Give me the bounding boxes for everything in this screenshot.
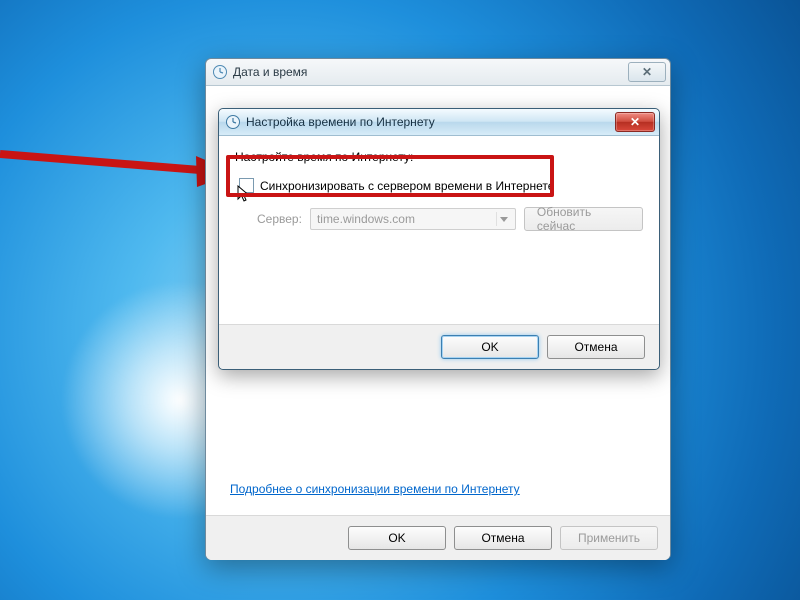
dialog-title: Настройка времени по Интернету (246, 115, 615, 129)
cancel-button[interactable]: Отмена (454, 526, 552, 550)
server-label: Сервер: (257, 212, 302, 226)
cancel-button[interactable]: Отмена (547, 335, 645, 359)
sync-checkbox-row[interactable]: Синхронизировать с сервером времени в Ин… (235, 174, 643, 197)
clock-icon (225, 114, 241, 130)
window-title: Дата и время (233, 65, 628, 79)
window-footer: OK Отмена Применить (206, 515, 670, 560)
server-value: time.windows.com (317, 212, 415, 226)
prompt-text: Настройте время по Интернету: (235, 150, 643, 164)
update-now-button: Обновить сейчас (524, 207, 643, 231)
close-button[interactable]: ✕ (615, 112, 655, 132)
desktop-background: Дата и время ✕ Подробнее о синхронизации… (0, 0, 800, 600)
server-combobox: time.windows.com (310, 208, 516, 230)
server-row: Сервер: time.windows.com Обновить сейчас (235, 207, 643, 231)
help-link-sync[interactable]: Подробнее о синхронизации времени по Инт… (230, 482, 520, 496)
close-button[interactable]: ✕ (628, 62, 666, 82)
titlebar-date-and-time[interactable]: Дата и время ✕ (206, 59, 670, 86)
clock-icon (212, 64, 228, 80)
close-icon: ✕ (630, 116, 640, 128)
dialog-body: Настройте время по Интернету: Синхронизи… (219, 136, 659, 340)
dialog-footer: OK Отмена (219, 324, 659, 369)
apply-button: Применить (560, 526, 658, 550)
titlebar-internet-time[interactable]: Настройка времени по Интернету ✕ (219, 109, 659, 136)
ok-button[interactable]: OK (348, 526, 446, 550)
chevron-down-icon (496, 212, 511, 226)
sync-checkbox[interactable] (239, 178, 254, 193)
dialog-internet-time-settings: Настройка времени по Интернету ✕ Настрой… (218, 108, 660, 370)
ok-button[interactable]: OK (441, 335, 539, 359)
close-icon: ✕ (642, 66, 652, 78)
annotation-arrow (0, 140, 240, 210)
sync-checkbox-label: Синхронизировать с сервером времени в Ин… (260, 179, 554, 193)
